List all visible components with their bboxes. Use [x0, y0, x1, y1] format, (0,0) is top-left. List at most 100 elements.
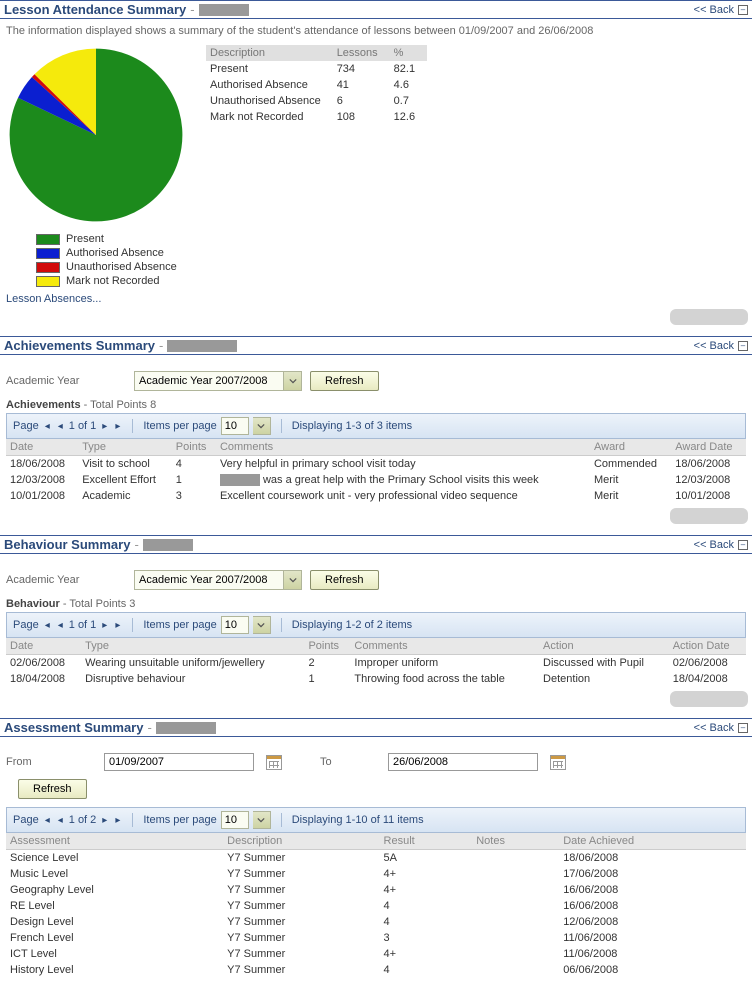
page-next-icon[interactable]: ▸: [100, 620, 109, 631]
year-select[interactable]: [134, 570, 302, 590]
column-header: Action: [539, 638, 669, 655]
page-next-icon[interactable]: ▸: [100, 815, 109, 826]
panel-title: Behaviour Summary: [4, 537, 130, 552]
table-row: Mark not Recorded10812.6: [206, 109, 427, 125]
chevron-down-icon[interactable]: [284, 371, 302, 391]
year-label: Academic Year: [6, 375, 126, 387]
page-last-icon[interactable]: ▸: [113, 421, 122, 432]
legend-swatch: [36, 234, 60, 245]
chevron-down-icon[interactable]: [253, 417, 271, 435]
behaviour-table: DateTypePointsCommentsActionAction Date …: [6, 638, 746, 687]
back-link[interactable]: << Back –: [694, 722, 748, 734]
page-last-icon[interactable]: ▸: [113, 620, 122, 631]
achievements-panel: Achievements Summary - << Back – Academi…: [0, 336, 752, 527]
column-header: Lessons: [333, 45, 390, 61]
column-header: Assessment: [6, 833, 223, 850]
column-header: Type: [81, 638, 304, 655]
page-first-icon[interactable]: ◂: [43, 620, 52, 631]
calendar-icon[interactable]: [266, 755, 282, 770]
collapse-icon[interactable]: –: [738, 341, 748, 351]
column-header: Date Achieved: [559, 833, 746, 850]
pager: Page ◂ ◂ 1 of 1 ▸ ▸ Items per page Displ…: [6, 612, 746, 638]
refresh-button[interactable]: Refresh: [310, 570, 379, 590]
legend: PresentAuthorised AbsenceUnauthorised Ab…: [6, 233, 746, 287]
year-select[interactable]: [134, 371, 302, 391]
table-row: French LevelY7 Summer311/06/2008: [6, 930, 746, 946]
page-last-icon[interactable]: ▸: [113, 815, 122, 826]
collapse-icon[interactable]: –: [738, 5, 748, 15]
table-row: 18/04/2008Disruptive behaviour1Throwing …: [6, 671, 746, 687]
table-row: History LevelY7 Summer406/06/2008: [6, 962, 746, 978]
legend-swatch: [36, 248, 60, 259]
column-header: Points: [304, 638, 350, 655]
from-date-input[interactable]: [104, 753, 254, 771]
assessment-panel: Assessment Summary - << Back – From To R…: [0, 718, 752, 982]
items-per-page-input[interactable]: [221, 811, 249, 829]
back-link[interactable]: << Back –: [694, 340, 748, 352]
back-link[interactable]: << Back –: [694, 4, 748, 16]
year-label: Academic Year: [6, 574, 126, 586]
achievements-table: DateTypePointsCommentsAwardAward Date 18…: [6, 439, 746, 504]
legend-item: Authorised Absence: [36, 247, 746, 259]
items-per-page-input[interactable]: [221, 417, 249, 435]
redacted-name: [143, 539, 193, 551]
page-prev-icon[interactable]: ◂: [56, 421, 65, 432]
table-row: 10/01/2008Academic3Excellent coursework …: [6, 488, 746, 504]
table-row: RE LevelY7 Summer416/06/2008: [6, 898, 746, 914]
calendar-icon[interactable]: [550, 755, 566, 770]
redacted-name: [156, 722, 216, 734]
column-header: Notes: [472, 833, 559, 850]
table-row: 02/06/2008Wearing unsuitable uniform/jew…: [6, 655, 746, 672]
pager: Page ◂ ◂ 1 of 1 ▸ ▸ Items per page Displ…: [6, 413, 746, 439]
chevron-down-icon[interactable]: [253, 616, 271, 634]
column-header: Action Date: [669, 638, 746, 655]
table-row: Geography LevelY7 Summer4+16/06/2008: [6, 882, 746, 898]
page-first-icon[interactable]: ◂: [43, 815, 52, 826]
refresh-button[interactable]: Refresh: [18, 779, 87, 799]
table-row: 18/06/2008Visit to school4Very helpful i…: [6, 456, 746, 473]
column-header: Type: [78, 439, 172, 456]
intro-text: The information displayed shows a summar…: [6, 25, 746, 37]
page-first-icon[interactable]: ◂: [43, 421, 52, 432]
table-row: Authorised Absence414.6: [206, 77, 427, 93]
column-header: Description: [223, 833, 379, 850]
footer-stamp: [670, 691, 748, 707]
column-header: Award Date: [671, 439, 746, 456]
pie-chart: [6, 45, 186, 225]
from-label: From: [6, 756, 96, 768]
attendance-table: DescriptionLessons% Present73482.1Author…: [206, 45, 427, 125]
column-header: Description: [206, 45, 333, 61]
column-header: Result: [380, 833, 473, 850]
table-row: Unauthorised Absence60.7: [206, 93, 427, 109]
column-header: %: [390, 45, 427, 61]
column-header: Comments: [350, 638, 539, 655]
page-next-icon[interactable]: ▸: [100, 421, 109, 432]
legend-item: Mark not Recorded: [36, 275, 746, 287]
chevron-down-icon[interactable]: [284, 570, 302, 590]
footer-stamp: [670, 309, 748, 325]
collapse-icon[interactable]: –: [738, 540, 748, 550]
table-row: Science LevelY7 Summer5A18/06/2008: [6, 850, 746, 867]
table-row: ICT LevelY7 Summer4+11/06/2008: [6, 946, 746, 962]
attendance-panel: Lesson Attendance Summary - << Back – Th…: [0, 0, 752, 328]
redacted-name: [199, 4, 249, 16]
panel-title: Lesson Attendance Summary: [4, 2, 186, 17]
lesson-absences-link[interactable]: Lesson Absences...: [6, 293, 101, 305]
chevron-down-icon[interactable]: [253, 811, 271, 829]
items-per-page-input[interactable]: [221, 616, 249, 634]
pager: Page ◂ ◂ 1 of 2 ▸ ▸ Items per page Displ…: [6, 807, 746, 833]
legend-swatch: [36, 276, 60, 287]
column-header: Date: [6, 638, 81, 655]
collapse-icon[interactable]: –: [738, 723, 748, 733]
table-row: Present73482.1: [206, 61, 427, 77]
refresh-button[interactable]: Refresh: [310, 371, 379, 391]
panel-title: Achievements Summary: [4, 338, 155, 353]
back-link[interactable]: << Back –: [694, 539, 748, 551]
column-header: Award: [590, 439, 671, 456]
page-prev-icon[interactable]: ◂: [56, 815, 65, 826]
behaviour-panel: Behaviour Summary - << Back – Academic Y…: [0, 535, 752, 710]
column-header: Date: [6, 439, 78, 456]
to-date-input[interactable]: [388, 753, 538, 771]
page-prev-icon[interactable]: ◂: [56, 620, 65, 631]
column-header: Comments: [216, 439, 590, 456]
